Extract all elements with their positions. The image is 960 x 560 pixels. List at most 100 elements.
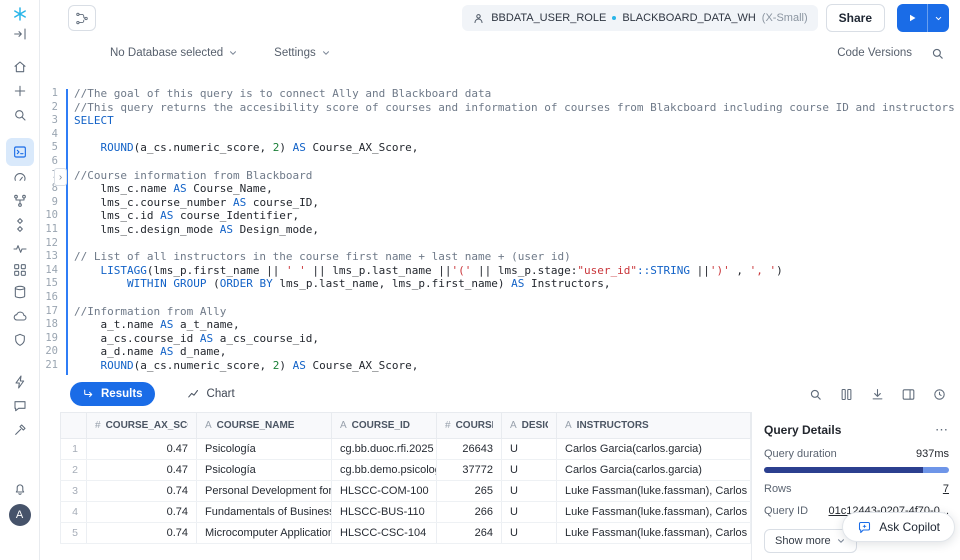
collapse-handle[interactable]: › bbox=[54, 168, 67, 186]
row-number[interactable]: 1 bbox=[61, 439, 87, 460]
sql-editor[interactable]: 1//The goal of this query is to connect … bbox=[40, 70, 960, 376]
code-line[interactable]: 4 bbox=[40, 128, 960, 142]
column-header-instructors[interactable]: AINSTRUCTORS bbox=[557, 413, 751, 439]
code-line[interactable]: 2//This query returns the accesibility s… bbox=[40, 101, 960, 115]
cell[interactable]: HLSCC-COM-100 bbox=[332, 481, 437, 502]
quick-actions-icon[interactable] bbox=[12, 374, 28, 390]
row-number[interactable]: 3 bbox=[61, 481, 87, 502]
column-header-course_name[interactable]: ACOURSE_NAME bbox=[197, 413, 332, 439]
sidebar-item-governance[interactable] bbox=[12, 332, 28, 348]
editor-search-button[interactable] bbox=[930, 46, 945, 61]
cell[interactable]: 0.47 bbox=[87, 439, 197, 460]
worksheet-actions-button[interactable] bbox=[68, 5, 96, 31]
sidebar-item-databases[interactable] bbox=[12, 284, 28, 300]
sidebar-item-data[interactable] bbox=[12, 193, 28, 209]
code-line[interactable]: 18 a_t.name AS a_t_name, bbox=[40, 318, 960, 332]
sidebar-item-apps[interactable] bbox=[12, 262, 28, 278]
code-line[interactable]: 14 LISTAGG(lms_p.first_name || ' ' || lm… bbox=[40, 264, 960, 278]
row-number[interactable]: 2 bbox=[61, 460, 87, 481]
sidebar-item-cloud[interactable] bbox=[12, 308, 28, 324]
tools-icon[interactable] bbox=[12, 422, 28, 438]
code-line[interactable]: 10 lms_c.id AS course_Identifier, bbox=[40, 209, 960, 223]
create-new-icon[interactable] bbox=[12, 83, 28, 99]
cell[interactable]: Microcomputer Applications bbox=[197, 523, 332, 544]
database-selector[interactable]: No Database selected bbox=[110, 47, 238, 59]
sidebar-item-dashboards[interactable] bbox=[12, 169, 28, 185]
notifications-bell-icon[interactable] bbox=[12, 481, 28, 497]
code-line[interactable]: 16 bbox=[40, 291, 960, 305]
cell[interactable]: U bbox=[502, 523, 557, 544]
code-versions-button[interactable]: Code Versions bbox=[837, 47, 912, 59]
rows-count-link[interactable]: 7 bbox=[943, 483, 949, 495]
cell[interactable]: U bbox=[502, 460, 557, 481]
download-button[interactable] bbox=[870, 387, 885, 402]
cell[interactable]: Fundamentals of Business bbox=[197, 502, 332, 523]
details-menu-button[interactable]: ⋯ bbox=[935, 422, 949, 438]
layout-button[interactable] bbox=[901, 387, 916, 402]
cell[interactable]: 37772 bbox=[437, 460, 502, 481]
code-line[interactable]: 12 bbox=[40, 237, 960, 251]
cell[interactable]: U bbox=[502, 439, 557, 460]
code-line[interactable]: 5 ROUND(a_cs.numeric_score, 2) AS Course… bbox=[40, 141, 960, 155]
chart-tab[interactable]: Chart bbox=[181, 386, 241, 402]
cell[interactable]: Carlos Garcia(carlos.garcia) bbox=[557, 439, 751, 460]
cell[interactable]: Personal Development for Col bbox=[197, 481, 332, 502]
cell[interactable]: 265 bbox=[437, 481, 502, 502]
user-avatar[interactable]: A bbox=[9, 504, 31, 526]
cell[interactable]: 26643 bbox=[437, 439, 502, 460]
panel-expand-icon[interactable] bbox=[12, 26, 28, 42]
cell[interactable]: Luke Fassman(luke.fassman), Carlos Garci… bbox=[557, 481, 751, 502]
sidebar-item-data-products[interactable] bbox=[12, 217, 28, 233]
code-line[interactable]: 11 lms_c.design_mode AS Design_mode, bbox=[40, 223, 960, 237]
sidebar-item-activity[interactable] bbox=[12, 241, 28, 257]
cell[interactable]: HLSCC-BUS-110 bbox=[332, 502, 437, 523]
snowflake-logo-icon[interactable] bbox=[12, 6, 28, 22]
cell[interactable]: Luke Fassman(luke.fassman), Carlos Garci… bbox=[557, 523, 751, 544]
cell[interactable]: cg.bb.demo.psicologia bbox=[332, 460, 437, 481]
code-line[interactable]: 6 bbox=[40, 155, 960, 169]
run-options-button[interactable] bbox=[927, 4, 949, 32]
cell[interactable]: Psicología bbox=[197, 439, 332, 460]
column-header-design_[interactable]: ADESIGN_ bbox=[502, 413, 557, 439]
code-line[interactable]: 20 a_d.name AS d_name, bbox=[40, 345, 960, 359]
settings-menu[interactable]: Settings bbox=[274, 47, 331, 59]
context-selector[interactable]: BBDATA_USER_ROLE BLACKBOARD_DATA_WH (X-S… bbox=[462, 5, 817, 31]
cell[interactable]: 0.74 bbox=[87, 523, 197, 544]
cell[interactable]: Luke Fassman(luke.fassman), Carlos Garci… bbox=[557, 502, 751, 523]
code-line[interactable]: 9 lms_c.course_number AS course_ID, bbox=[40, 196, 960, 210]
cell[interactable]: cg.bb.duoc.rfi.2025 bbox=[332, 439, 437, 460]
history-button[interactable] bbox=[932, 387, 947, 402]
code-line[interactable]: 1//The goal of this query is to connect … bbox=[40, 87, 960, 101]
cell[interactable]: U bbox=[502, 502, 557, 523]
code-line[interactable]: 15 WITHIN GROUP (ORDER BY lms_p.last_nam… bbox=[40, 277, 960, 291]
cell[interactable]: HLSCC-CSC-104 bbox=[332, 523, 437, 544]
cell[interactable]: 0.74 bbox=[87, 481, 197, 502]
cell[interactable]: U bbox=[502, 481, 557, 502]
code-line[interactable]: 13// List of all instructors in the cour… bbox=[40, 250, 960, 264]
share-button[interactable]: Share bbox=[826, 4, 885, 32]
home-icon[interactable] bbox=[12, 59, 28, 75]
cell[interactable]: Carlos Garcia(carlos.garcia) bbox=[557, 460, 751, 481]
ask-copilot-button[interactable]: Ask Copilot bbox=[842, 512, 955, 542]
column-header-course_ax_scor[interactable]: #COURSE_AX_SCOR bbox=[87, 413, 197, 439]
support-chat-icon[interactable] bbox=[12, 398, 28, 414]
column-header-course_i[interactable]: #COURSE_I bbox=[437, 413, 502, 439]
run-button[interactable] bbox=[897, 4, 927, 32]
code-line[interactable]: 19 a_cs.course_id AS a_cs_course_id, bbox=[40, 332, 960, 346]
code-line[interactable]: 17//Information from Ally bbox=[40, 305, 960, 319]
column-header-course_id[interactable]: ACOURSE_ID bbox=[332, 413, 437, 439]
cell[interactable]: 0.47 bbox=[87, 460, 197, 481]
results-search-button[interactable] bbox=[808, 387, 823, 402]
results-tab[interactable]: Results bbox=[70, 382, 155, 406]
columns-button[interactable] bbox=[839, 387, 854, 402]
code-line[interactable]: 7//Course information from Blackboard bbox=[40, 169, 960, 183]
code-line[interactable]: 8 lms_c.name AS Course_Name, bbox=[40, 182, 960, 196]
row-number[interactable]: 4 bbox=[61, 502, 87, 523]
cell[interactable]: 0.74 bbox=[87, 502, 197, 523]
sidebar-item-worksheets[interactable] bbox=[6, 138, 34, 166]
cell[interactable]: 266 bbox=[437, 502, 502, 523]
code-line[interactable]: 3SELECT bbox=[40, 114, 960, 128]
cell[interactable]: 264 bbox=[437, 523, 502, 544]
code-line[interactable]: 21 ROUND(a_cs.numeric_score, 2) AS Cours… bbox=[40, 359, 960, 373]
search-icon[interactable] bbox=[12, 107, 28, 123]
